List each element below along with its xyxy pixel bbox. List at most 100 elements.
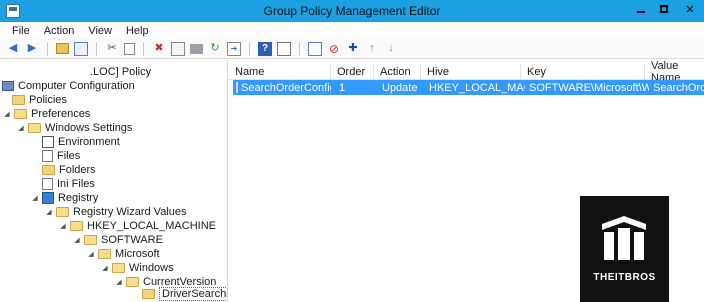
close-button[interactable]: ✕ bbox=[676, 1, 704, 17]
collapse-icon[interactable]: ◢ bbox=[114, 278, 124, 286]
table-row[interactable]: SearchOrderConfig 1 Update HKEY_LOCAL_MA… bbox=[233, 80, 704, 95]
menu-view[interactable]: View bbox=[88, 25, 112, 37]
stop-icon[interactable]: ⊘ bbox=[327, 42, 341, 56]
maximize-icon bbox=[660, 5, 668, 13]
collapse-icon[interactable]: ◢ bbox=[2, 110, 12, 118]
export-icon[interactable]: ➔ bbox=[227, 41, 241, 56]
column-header-action[interactable]: Action bbox=[374, 64, 421, 80]
files-icon bbox=[42, 150, 53, 162]
tree-item-driver-searching[interactable]: DriverSearching bbox=[142, 287, 227, 301]
watermark-logo: THEITBROS bbox=[580, 196, 669, 302]
menu-action[interactable]: Action bbox=[44, 25, 75, 37]
collapse-icon[interactable]: ◢ bbox=[30, 194, 40, 202]
print-icon[interactable] bbox=[190, 43, 203, 54]
tree-item-label: Registry bbox=[58, 192, 99, 204]
toolbar-separator bbox=[47, 41, 48, 56]
move-down-icon[interactable]: ↓ bbox=[384, 42, 398, 56]
tree-item-label: .LOC] Policy bbox=[90, 66, 152, 78]
logo-mark-icon bbox=[602, 216, 646, 260]
minimize-button[interactable] bbox=[630, 1, 652, 17]
help-icon[interactable]: ? bbox=[258, 41, 272, 56]
tree-item-ini-files[interactable]: Ini Files bbox=[42, 177, 95, 191]
forward-icon[interactable]: ▶ bbox=[25, 42, 39, 56]
tree-item-label: Registry Wizard Values bbox=[73, 206, 187, 218]
tree-item-registry-wizard-values[interactable]: ◢ Registry Wizard Values bbox=[44, 205, 187, 219]
tree-item-hklm[interactable]: ◢ HKEY_LOCAL_MACHINE bbox=[58, 219, 216, 233]
menu-file[interactable]: File bbox=[12, 25, 30, 37]
registry-item-icon bbox=[236, 82, 238, 93]
environment-icon bbox=[42, 136, 54, 148]
cell-name-text: SearchOrderConfig bbox=[241, 81, 331, 94]
add-icon[interactable]: ✚ bbox=[346, 42, 360, 56]
tree-item-label: Preferences bbox=[31, 108, 91, 120]
folder-icon bbox=[14, 109, 27, 119]
title-bar: Group Policy Management Editor ✕ bbox=[0, 0, 704, 22]
column-header-value-name[interactable]: Value Name bbox=[645, 60, 704, 84]
cut-icon[interactable]: ✂ bbox=[105, 42, 119, 56]
tree-item-computer-configuration[interactable]: Computer Configuration bbox=[2, 79, 135, 93]
tree-item-label: Ini Files bbox=[57, 178, 95, 190]
tree-item-label: Environment bbox=[58, 136, 120, 148]
tree-item-label: Computer Configuration bbox=[18, 80, 135, 92]
up-folder-icon[interactable] bbox=[56, 43, 69, 54]
new-item-icon[interactable] bbox=[308, 41, 322, 56]
move-up-icon[interactable]: ↑ bbox=[365, 42, 379, 56]
column-header-name[interactable]: Name bbox=[229, 64, 331, 80]
cell-hive: HKEY_LOCAL_MAC... bbox=[429, 81, 525, 94]
ini-file-icon bbox=[42, 178, 53, 190]
column-header-hive[interactable]: Hive bbox=[421, 64, 521, 80]
collapse-icon[interactable]: ◢ bbox=[16, 124, 26, 132]
column-header-order[interactable]: Order bbox=[331, 64, 374, 80]
delete-icon[interactable]: ✖ bbox=[152, 42, 166, 56]
show-tree-icon[interactable] bbox=[74, 41, 88, 56]
toolbar-separator bbox=[143, 41, 144, 56]
folder-icon bbox=[12, 95, 25, 105]
toolbar-separator bbox=[249, 41, 250, 56]
maximize-button[interactable] bbox=[653, 1, 675, 17]
tree-item-preferences[interactable]: ◢ Preferences bbox=[2, 107, 90, 121]
properties-icon[interactable] bbox=[171, 41, 185, 56]
watermark-text: THEITBROS bbox=[593, 272, 656, 283]
tree-item-microsoft[interactable]: ◢ Microsoft bbox=[86, 247, 160, 261]
cell-action: Update bbox=[382, 81, 418, 94]
minimize-icon bbox=[637, 11, 645, 13]
copy-icon[interactable] bbox=[124, 42, 135, 55]
menu-help[interactable]: Help bbox=[126, 25, 149, 37]
tree-item-label: HKEY_LOCAL_MACHINE bbox=[87, 220, 216, 232]
folder-icon bbox=[126, 277, 139, 287]
refresh-icon[interactable]: ↻ bbox=[208, 42, 222, 56]
tree-item-label: SOFTWARE bbox=[101, 234, 163, 246]
tree-item-files[interactable]: Files bbox=[42, 149, 80, 163]
registry-icon bbox=[42, 192, 54, 204]
collapse-icon[interactable]: ◢ bbox=[72, 236, 82, 244]
tree-item-windows[interactable]: ◢ Windows bbox=[100, 261, 174, 275]
tree-item-label: Folders bbox=[59, 164, 96, 176]
toolbar: ◀ ▶ ✂ ✖ ↻ ➔ ? ⊘ ✚ ↑ ↓ bbox=[0, 39, 704, 59]
tree-item-folders[interactable]: Folders bbox=[42, 163, 96, 177]
window-title: Group Policy Management Editor bbox=[263, 4, 441, 18]
tree-item-policies[interactable]: Policies bbox=[12, 93, 67, 107]
tree-item-label: Windows Settings bbox=[45, 122, 133, 134]
cell-value-name: SearchOrderC bbox=[653, 81, 704, 94]
tree-item-label: Microsoft bbox=[115, 248, 160, 260]
collapse-icon[interactable]: ◢ bbox=[86, 250, 96, 258]
tree-item-environment[interactable]: Environment bbox=[42, 135, 120, 149]
column-header-key[interactable]: Key bbox=[521, 64, 645, 80]
view-icon[interactable] bbox=[277, 41, 291, 56]
tree-item-windows-settings[interactable]: ◢ Windows Settings bbox=[16, 121, 132, 135]
folder-icon bbox=[56, 207, 69, 217]
tree-item-label: Policies bbox=[29, 94, 67, 106]
console-tree: .LOC] Policy Computer Configuration Poli… bbox=[0, 60, 228, 302]
cell-order: 1 bbox=[339, 81, 346, 94]
toolbar-separator bbox=[96, 41, 97, 56]
collapse-icon[interactable]: ◢ bbox=[100, 264, 110, 272]
back-icon[interactable]: ◀ bbox=[6, 42, 20, 56]
toolbar-separator bbox=[299, 41, 300, 56]
tree-item-policy-root[interactable]: .LOC] Policy bbox=[30, 65, 151, 79]
tree-item-label: Windows bbox=[129, 262, 174, 274]
tree-item-registry[interactable]: ◢ Registry bbox=[30, 191, 98, 205]
collapse-icon[interactable]: ◢ bbox=[58, 222, 68, 230]
tree-item-software[interactable]: ◢ SOFTWARE bbox=[72, 233, 163, 247]
cell-name: SearchOrderConfig bbox=[233, 80, 331, 95]
collapse-icon[interactable]: ◢ bbox=[44, 208, 54, 216]
